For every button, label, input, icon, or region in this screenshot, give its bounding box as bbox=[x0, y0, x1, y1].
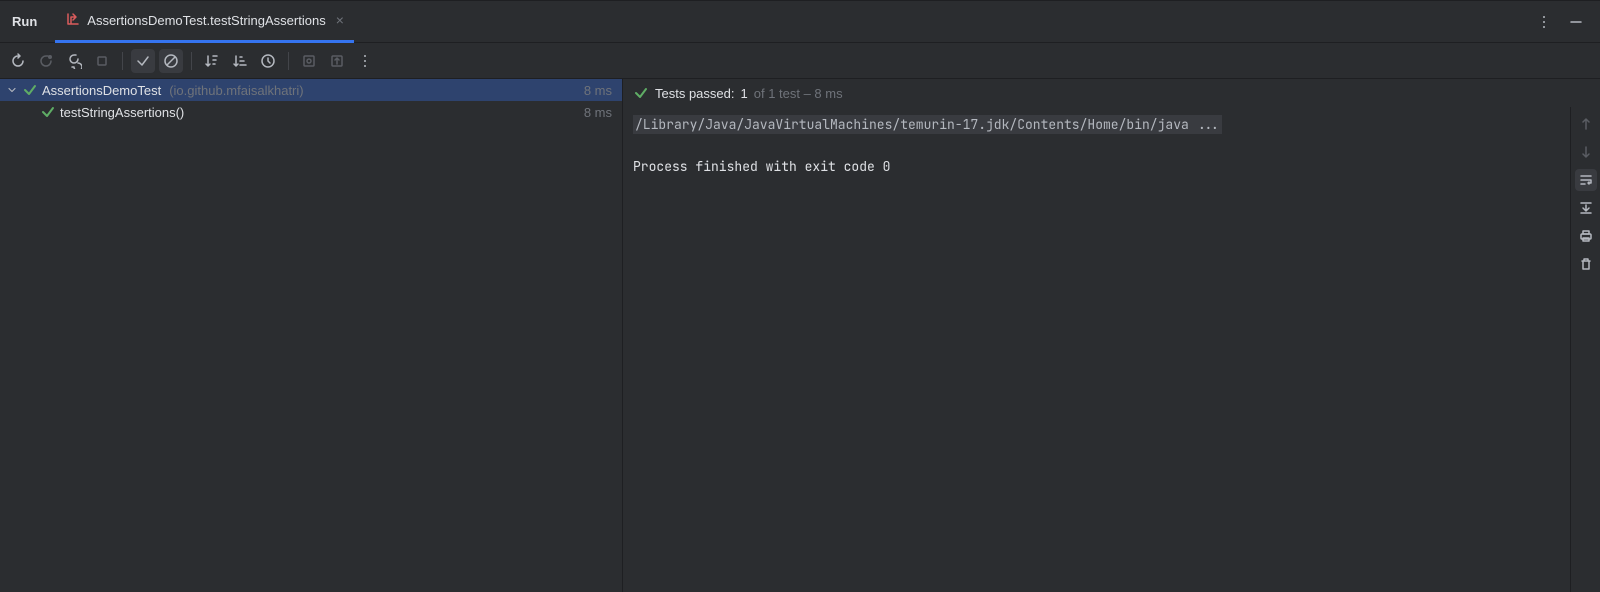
print-button[interactable] bbox=[1575, 225, 1597, 247]
sort-alphabetically-button[interactable] bbox=[200, 49, 224, 73]
soft-wrap-button[interactable] bbox=[1575, 169, 1597, 191]
scroll-to-end-button[interactable] bbox=[1575, 197, 1597, 219]
test-tree-item[interactable]: testStringAssertions() 8 ms bbox=[0, 101, 622, 123]
toolbar-more-button[interactable] bbox=[353, 49, 377, 73]
test-duration: 8 ms bbox=[584, 105, 616, 120]
rerun-failed-button bbox=[34, 49, 58, 73]
export-tests-button bbox=[325, 49, 349, 73]
tab-label: AssertionsDemoTest.testStringAssertions bbox=[87, 13, 325, 28]
test-class-name: AssertionsDemoTest bbox=[42, 83, 161, 98]
up-stacktrace-button bbox=[1575, 113, 1597, 135]
run-header: Run AssertionsDemoTest.testStringAsserti… bbox=[0, 1, 1600, 43]
content-area: AssertionsDemoTest (io.github.mfaisalkha… bbox=[0, 79, 1600, 592]
import-tests-button bbox=[297, 49, 321, 73]
clear-all-button[interactable] bbox=[1575, 253, 1597, 275]
test-tree[interactable]: AssertionsDemoTest (io.github.mfaisalkha… bbox=[0, 79, 622, 592]
test-duration: 8 ms bbox=[584, 83, 616, 98]
close-tab-icon[interactable]: × bbox=[336, 13, 344, 27]
console-command: /Library/Java/JavaVirtualMachines/temuri… bbox=[633, 115, 1222, 134]
check-icon bbox=[40, 104, 56, 120]
show-passed-button[interactable] bbox=[131, 49, 155, 73]
run-tab[interactable]: AssertionsDemoTest.testStringAssertions … bbox=[55, 1, 354, 43]
test-package: (io.github.mfaisalkhatri) bbox=[169, 83, 303, 98]
show-ignored-button[interactable] bbox=[159, 49, 183, 73]
run-toolbar bbox=[0, 43, 1600, 79]
passed-label: Tests passed: bbox=[655, 86, 735, 101]
test-status-bar: Tests passed: 1 of 1 test – 8 ms bbox=[623, 79, 1600, 107]
stop-button bbox=[90, 49, 114, 73]
run-config-icon bbox=[65, 11, 81, 30]
test-tree-root[interactable]: AssertionsDemoTest (io.github.mfaisalkha… bbox=[0, 79, 622, 101]
chevron-down-icon[interactable] bbox=[6, 82, 18, 98]
console-line: Process finished with exit code 0 bbox=[633, 158, 890, 175]
passed-count: 1 bbox=[741, 86, 748, 101]
down-stacktrace-button bbox=[1575, 141, 1597, 163]
check-icon bbox=[633, 85, 649, 101]
run-panel: Run AssertionsDemoTest.testStringAsserti… bbox=[0, 0, 1600, 592]
check-icon bbox=[22, 82, 38, 98]
test-method-name: testStringAssertions() bbox=[60, 105, 184, 120]
rerun-button[interactable] bbox=[6, 49, 30, 73]
sort-by-duration-button[interactable] bbox=[228, 49, 252, 73]
console-panel: Tests passed: 1 of 1 test – 8 ms /Librar… bbox=[622, 79, 1600, 592]
console-output[interactable]: /Library/Java/JavaVirtualMachines/temuri… bbox=[623, 107, 1570, 592]
panel-title: Run bbox=[6, 14, 43, 29]
minimize-button[interactable] bbox=[1564, 10, 1588, 34]
passed-extra: of 1 test – 8 ms bbox=[754, 86, 843, 101]
more-options-button[interactable] bbox=[1532, 10, 1556, 34]
console-gutter bbox=[1570, 107, 1600, 592]
toggle-auto-test-button[interactable] bbox=[62, 49, 86, 73]
test-history-button[interactable] bbox=[256, 49, 280, 73]
